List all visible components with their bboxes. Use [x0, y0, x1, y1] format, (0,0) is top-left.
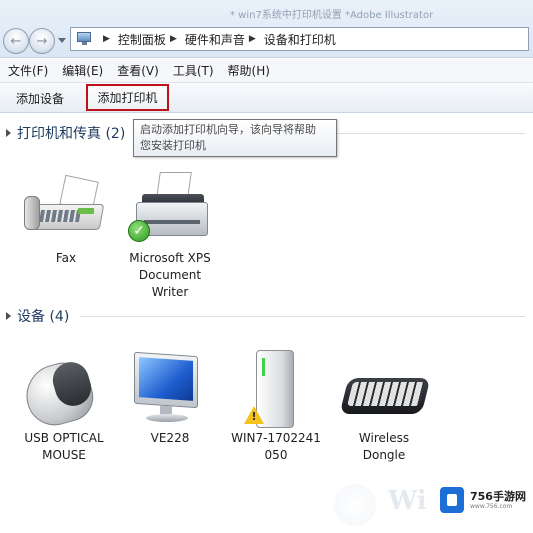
breadcrumb-hardware-sound[interactable]: 硬件和声音: [185, 31, 245, 48]
printer-icon: ✓: [122, 170, 218, 248]
tooltip-line2: 您安装打印机: [140, 139, 206, 152]
background-window-title: * win7系统中打印机设置 *Adobe Illustrator: [230, 10, 434, 21]
breadcrumb-control-panel[interactable]: 控制面板: [118, 31, 166, 48]
menu-view[interactable]: 查看(V): [117, 62, 159, 79]
menu-edit[interactable]: 编辑(E): [62, 62, 103, 79]
device-label-line1: Microsoft XPS: [129, 251, 211, 265]
chevron-right-icon[interactable]: ▶: [103, 34, 110, 44]
group-title-devices: 设备 (4): [17, 309, 70, 325]
device-label-line1: USB OPTICAL: [24, 431, 104, 445]
add-printer-button[interactable]: 添加打印机: [86, 84, 169, 111]
device-label-line2: Dongle: [362, 448, 406, 462]
device-fax[interactable]: Fax: [18, 170, 114, 267]
add-device-button[interactable]: 添加设备: [16, 90, 64, 107]
fax-icon: [18, 170, 114, 248]
default-check-icon: ✓: [128, 220, 150, 242]
device-label: VE228: [150, 431, 190, 445]
keyboard-icon: [336, 350, 432, 428]
computer-tower-icon: !: [228, 350, 324, 428]
back-arrow-icon: ←: [10, 33, 22, 49]
mouse-icon: [16, 350, 112, 432]
device-label: Fax: [55, 251, 77, 265]
tooltip-line1: 启动添加打印机向导，该向导将帮助: [140, 123, 316, 136]
menu-file[interactable]: 文件(F): [8, 62, 48, 79]
group-title-printers: 打印机和传真 (2): [17, 126, 126, 142]
menu-bar: 文件(F) 编辑(E) 查看(V) 工具(T) 帮助(H): [0, 59, 533, 83]
group-header-printers[interactable]: 打印机和传真 (2): [6, 123, 125, 143]
device-label-line1: WIN7-1702241: [231, 431, 321, 445]
control-panel-icon: [75, 31, 95, 47]
menu-help[interactable]: 帮助(H): [228, 62, 270, 79]
monitor-icon: [122, 350, 218, 428]
site-url: www.756.com: [470, 502, 513, 510]
group-divider: [80, 316, 525, 317]
forward-button[interactable]: →: [29, 28, 55, 54]
address-box[interactable]: ▶ 控制面板 ▶ 硬件和声音 ▶ 设备和打印机: [70, 27, 529, 51]
device-label-line3: Writer: [151, 285, 189, 299]
group-header-devices[interactable]: 设备 (4): [6, 306, 69, 326]
collapse-arrow-icon[interactable]: [6, 129, 11, 137]
device-usb-mouse[interactable]: USB OPTICAL MOUSE: [16, 350, 112, 464]
forward-arrow-icon: →: [36, 33, 48, 49]
device-computer[interactable]: ! WIN7-1702241 050: [228, 350, 324, 464]
windows-text-watermark: Wi: [388, 486, 427, 516]
device-label-line2: 050: [264, 448, 288, 462]
chevron-right-icon[interactable]: ▶: [170, 34, 177, 44]
address-bar-strip: * win7系统中打印机设置 *Adobe Illustrator ← → ▶ …: [0, 0, 533, 58]
breadcrumb-devices-printers[interactable]: 设备和打印机: [264, 31, 336, 48]
back-button[interactable]: ←: [3, 28, 29, 54]
recent-pages-dropdown-icon[interactable]: [58, 38, 66, 43]
device-xps-writer[interactable]: ✓ Microsoft XPS Document Writer: [122, 170, 218, 301]
menu-tools[interactable]: 工具(T): [173, 62, 214, 79]
chevron-right-icon[interactable]: ▶: [249, 34, 256, 44]
site-watermark: 756手游网 www.756.com: [440, 481, 530, 519]
device-wireless-dongle[interactable]: Wireless Dongle: [336, 350, 432, 464]
windows-logo-watermark: [334, 484, 376, 526]
device-label-line2: MOUSE: [42, 448, 86, 462]
device-label-line2: Document: [138, 268, 202, 282]
command-bar: 添加设备 添加打印机: [0, 83, 533, 113]
collapse-arrow-icon[interactable]: [6, 312, 11, 320]
device-ve228-monitor[interactable]: VE228: [122, 350, 218, 447]
add-printer-tooltip: 启动添加打印机向导，该向导将帮助 您安装打印机: [133, 119, 337, 157]
site-logo-icon: [440, 487, 464, 513]
site-name: 756手游网: [470, 489, 526, 503]
device-label-line1: Wireless: [358, 431, 410, 445]
